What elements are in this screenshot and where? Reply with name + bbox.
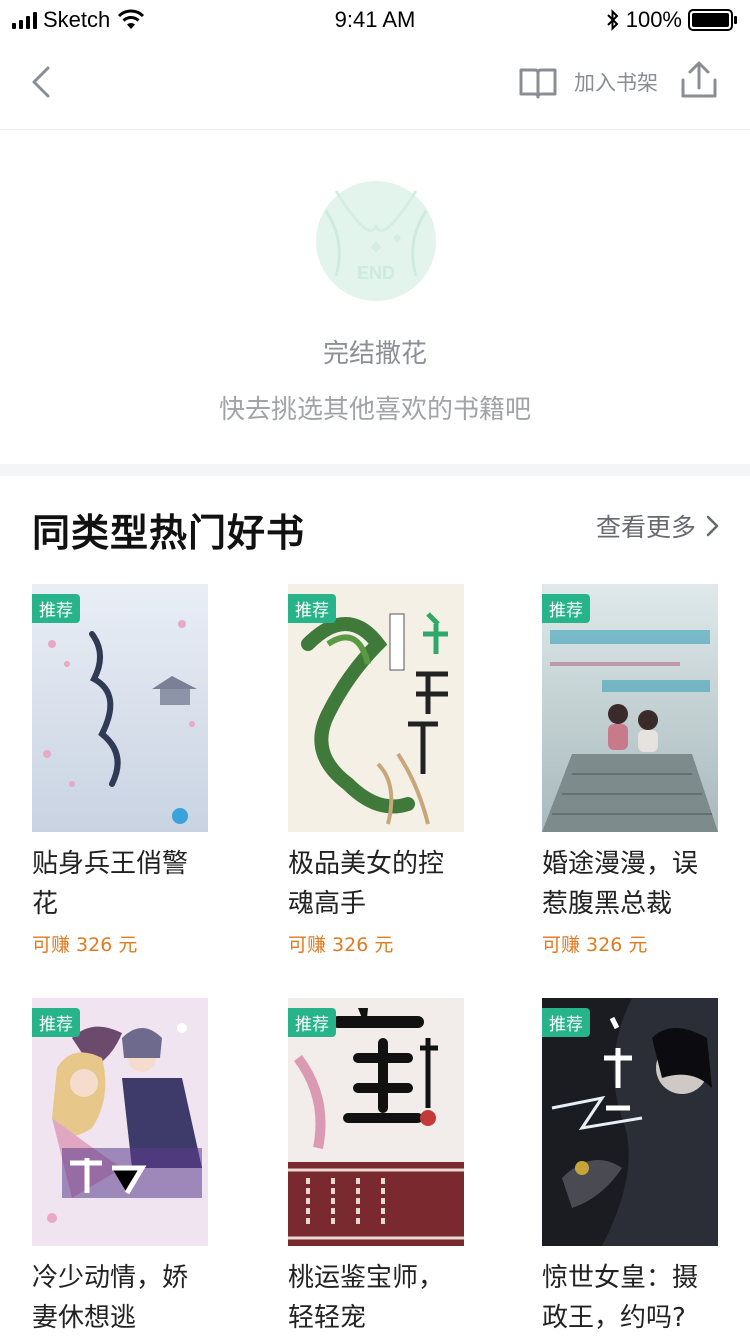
open-book-icon [519, 68, 557, 99]
book-cover[interactable]: 推荐 [288, 998, 464, 1246]
battery-icon [688, 9, 737, 31]
status-bar: Sketch 9:41 AM 100% [0, 0, 750, 40]
book-title: 桃运鉴宝师，轻轻宠 [288, 1263, 445, 1333]
book-title: 冷少动情，娇妻休想逃 [32, 1263, 189, 1333]
battery-label: 100% [625, 7, 682, 32]
section-divider [0, 464, 750, 476]
book-title: 极品美女的控魂高手 [288, 849, 445, 919]
nav-bar: 加入书架 [0, 40, 750, 130]
end-subtitle: 快去挑选其他喜欢的书籍吧 [218, 395, 531, 425]
end-illustration-icon: END [316, 181, 436, 301]
book-card[interactable]: 推荐 冷少动情，娇妻休想逃 [32, 998, 208, 1344]
recommend-badge: 推荐 [288, 1008, 336, 1037]
recommend-badge: 推荐 [32, 594, 80, 623]
chevron-left-icon [32, 66, 50, 98]
add-to-shelf-button[interactable]: 加入书架 [518, 62, 658, 102]
bluetooth-icon [607, 9, 619, 31]
share-icon [681, 61, 717, 98]
see-more-link[interactable]: 查看更多 [596, 508, 722, 544]
book-card[interactable]: 推荐 桃运鉴宝师，轻轻宠 [288, 998, 464, 1344]
end-section: END 完结撒花 快去挑选其他喜欢的书籍吧 [0, 131, 750, 464]
book-cover[interactable]: 推荐 [542, 584, 718, 832]
chevron-right-icon [706, 515, 719, 537]
status-right: 100% [606, 7, 738, 33]
recommend-badge: 推荐 [542, 594, 590, 623]
see-more-label: 查看更多 [595, 513, 696, 542]
section-title: 同类型热门好书 [32, 510, 306, 555]
recommend-badge: 推荐 [288, 594, 336, 623]
end-badge-text: END [357, 263, 395, 283]
book-card[interactable]: 推荐 贴身兵王俏警花 可赚 326 元 [32, 584, 208, 957]
book-title: 贴身兵王俏警花 [32, 849, 189, 919]
book-title: 惊世女皇：摄政王，约吗? [542, 1263, 699, 1333]
recommendation-header: 同类型热门好书 查看更多 [0, 476, 750, 576]
back-button[interactable] [24, 62, 64, 102]
signal-icon [12, 11, 37, 29]
book-card[interactable]: 推荐 惊世女皇：摄政王，约吗? [542, 998, 718, 1344]
book-cover[interactable]: 推荐 [32, 584, 208, 832]
book-title: 婚途漫漫，误惹腹黑总裁 [542, 849, 699, 919]
recommend-badge: 推荐 [32, 1008, 80, 1037]
book-earn: 可赚 326 元 [288, 934, 394, 956]
book-card[interactable]: 推荐 极品美女的控魂高手 可赚 326 元 [288, 584, 464, 957]
status-left: Sketch [12, 7, 146, 33]
carrier-label: Sketch [43, 7, 111, 32]
wifi-icon [118, 9, 145, 29]
add-to-shelf-label: 加入书架 [574, 71, 658, 95]
book-cover[interactable]: 推荐 [32, 998, 208, 1246]
book-earn: 可赚 326 元 [32, 934, 138, 956]
share-button[interactable] [676, 58, 722, 104]
book-cover[interactable]: 推荐 [288, 584, 464, 832]
book-card[interactable]: 推荐 婚途漫漫，误惹腹黑总裁 可赚 326 元 [542, 584, 718, 957]
end-title: 完结撒花 [322, 339, 427, 369]
book-earn: 可赚 326 元 [542, 934, 648, 956]
book-cover[interactable]: 推荐 [542, 998, 718, 1246]
recommend-badge: 推荐 [542, 1008, 590, 1037]
